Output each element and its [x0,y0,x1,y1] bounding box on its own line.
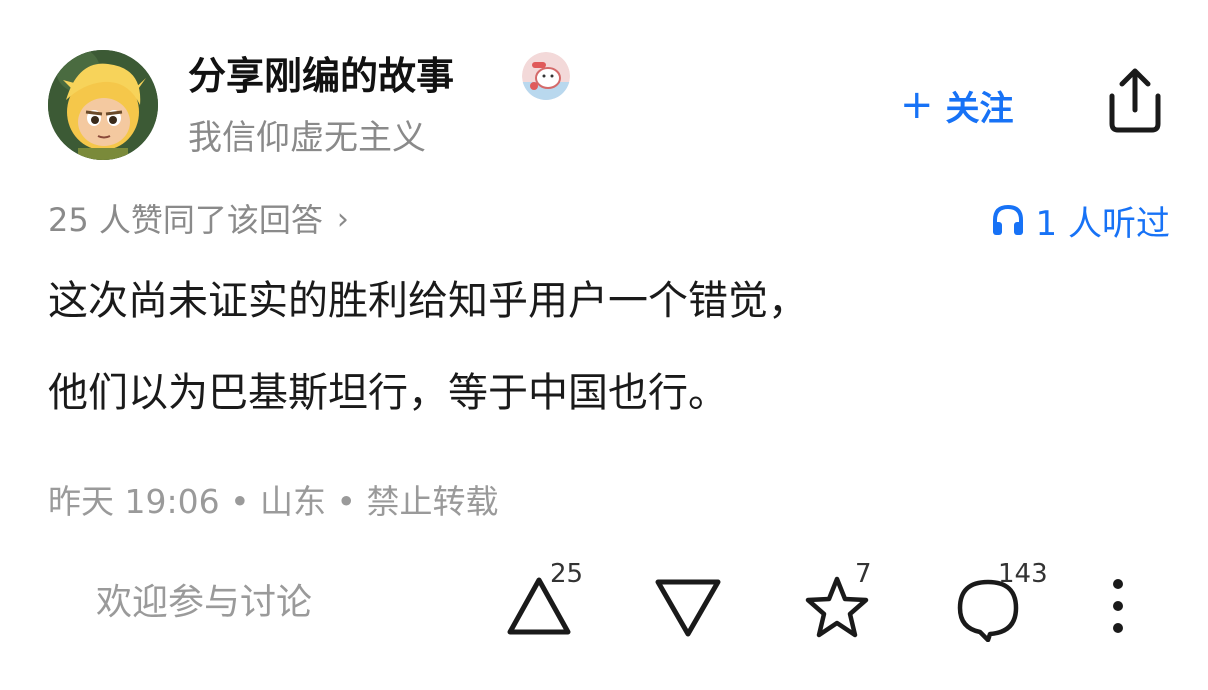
headphones-icon [992,204,1023,235]
upvote-button[interactable]: 25 [500,560,592,646]
sticker-badge-icon [522,52,570,100]
upvote-summary-link[interactable]: 25 人赞同了该回答 › [48,196,349,244]
answer-paragraph: 这次尚未证实的胜利给知乎用户一个错觉， [48,278,808,324]
share-icon[interactable] [1104,66,1166,136]
author-bio: 我信仰虚无主义 [188,118,426,158]
more-vertical-icon [1113,579,1123,633]
follow-label: 关注 [945,88,1014,129]
listen-indicator[interactable]: 1 人听过 [990,196,1170,244]
downvote-button[interactable] [650,566,730,646]
comment-input[interactable]: 欢迎参与讨论 [96,578,312,628]
more-button[interactable] [1098,566,1138,646]
comment-count: 143 [998,559,1048,589]
favorite-button[interactable]: 7 [800,560,880,646]
plus-icon: + [900,82,934,128]
author-name[interactable]: 分享刚编的故事 [188,54,454,98]
answer-meta: 昨天 19:06 • 山东 • 禁止转载 [48,482,499,521]
follow-button[interactable]: + 关注 [900,80,1014,130]
answer-content: 这次尚未证实的胜利给知乎用户一个错觉， 他们以为巴基斯坦行，等于中国也行。 [48,278,808,462]
listen-count: 1 人听过 [1035,203,1170,244]
author-avatar[interactable] [48,50,158,160]
favorite-count: 7 [855,559,872,589]
upvote-summary: 25 人赞同了该回答 [48,201,323,239]
cartoon-avatar-icon [48,50,158,160]
comment-button[interactable]: 143 [950,560,1060,646]
chevron-right-icon: › [336,202,349,237]
answer-paragraph: 他们以为巴基斯坦行，等于中国也行。 [48,370,728,416]
upvote-count: 25 [550,559,584,589]
triangle-down-icon [655,579,721,637]
